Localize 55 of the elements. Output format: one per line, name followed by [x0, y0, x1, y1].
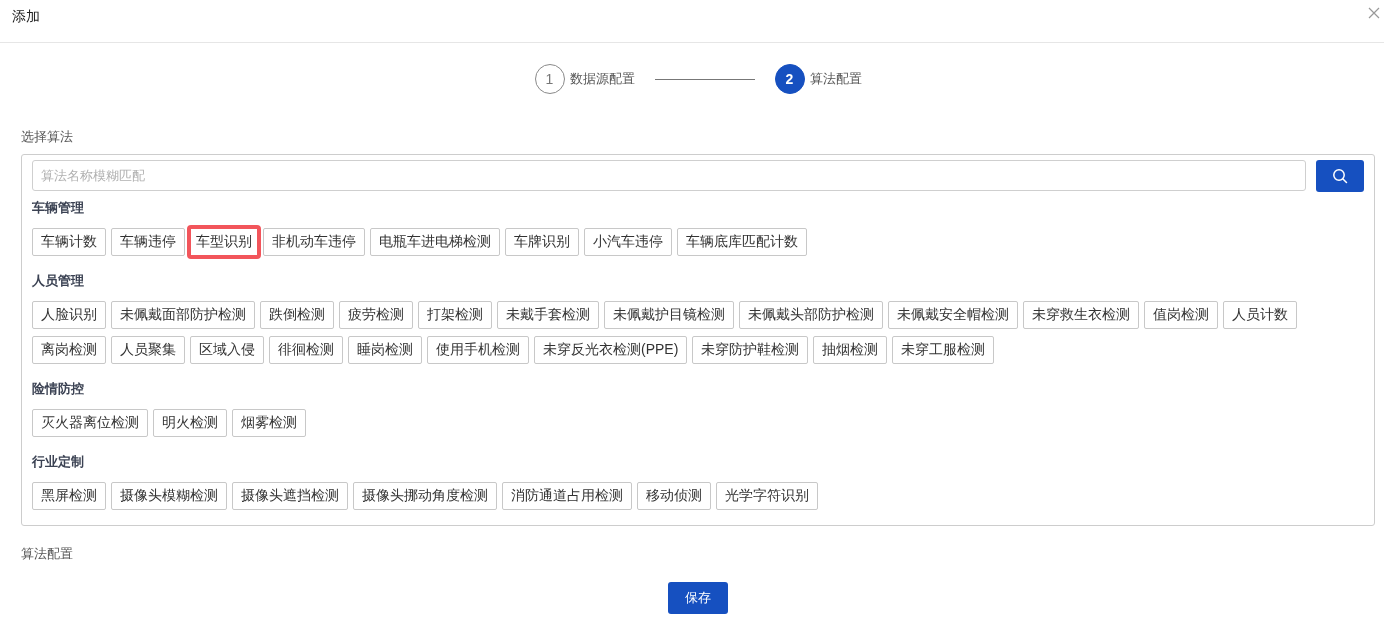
algorithm-tag[interactable]: 人员聚集: [111, 336, 185, 364]
algorithm-tag[interactable]: 车辆底库匹配计数: [677, 228, 807, 256]
algorithm-tag[interactable]: 烟雾检测: [232, 409, 306, 437]
algorithm-tag[interactable]: 使用手机检测: [427, 336, 529, 364]
algorithm-tag[interactable]: 灭火器离位检测: [32, 409, 148, 437]
step-number: 2: [774, 64, 805, 94]
algorithm-tag[interactable]: 未穿防护鞋检测: [692, 336, 809, 364]
section-label: 选择算法: [21, 128, 73, 146]
algorithm-tag[interactable]: 人员计数: [1223, 301, 1297, 329]
step-label: 数据源配置: [569, 70, 635, 88]
algorithm-tag[interactable]: 抽烟检测: [813, 336, 888, 364]
algorithm-tag[interactable]: 小汽车违停: [584, 228, 672, 256]
algorithm-tag[interactable]: 摄像头模糊检测: [111, 482, 227, 510]
group-title: 险情防控: [32, 380, 84, 398]
algorithm-tag[interactable]: 未穿工服检测: [892, 336, 995, 364]
algorithm-tag[interactable]: 未穿反光衣检测(PPE): [534, 336, 688, 364]
algorithm-tag[interactable]: 离岗检测: [32, 336, 106, 364]
group-title: 人员管理: [32, 272, 84, 290]
algorithm-tag[interactable]: 黑屏检测: [32, 482, 106, 510]
algorithm-tag[interactable]: 车型识别: [187, 225, 261, 259]
section-label: 算法配置: [21, 545, 73, 563]
save-button[interactable]: 保存: [668, 582, 728, 614]
algorithm-tag[interactable]: 值岗检测: [1144, 301, 1218, 329]
algorithm-tag[interactable]: 明火检测: [153, 409, 227, 437]
algorithm-tag[interactable]: 睡岗检测: [348, 336, 422, 364]
algorithm-tag[interactable]: 车辆违停: [111, 228, 185, 256]
algorithm-tag[interactable]: 消防通道占用检测: [502, 482, 632, 510]
search-icon: [1332, 168, 1348, 184]
algorithm-tag[interactable]: 摄像头挪动角度检测: [353, 482, 497, 510]
algorithm-tag[interactable]: 疲劳检测: [339, 301, 413, 329]
step-label: 算法配置: [809, 70, 862, 88]
algorithm-tag[interactable]: 跌倒检测: [260, 301, 334, 329]
algorithm-tag[interactable]: 摄像头遮挡检测: [232, 482, 348, 510]
algorithm-tag[interactable]: 未穿救生衣检测: [1023, 301, 1139, 329]
algorithm-tag[interactable]: 打架检测: [418, 301, 492, 329]
algorithm-tag[interactable]: 未佩戴头部防护检测: [739, 301, 883, 329]
algorithm-tag[interactable]: 未戴手套检测: [497, 301, 599, 329]
algorithm-tag[interactable]: 未佩戴护目镜检测: [604, 301, 734, 329]
group-title: 车辆管理: [32, 199, 84, 217]
algorithm-tag[interactable]: 未佩戴面部防护检测: [111, 301, 255, 329]
algorithm-tag[interactable]: 徘徊检测: [269, 336, 343, 364]
algorithm-tag[interactable]: 电瓶车进电梯检测: [370, 228, 500, 256]
search-field[interactable]: 算法名称模糊匹配: [32, 160, 1306, 191]
algorithm-tag[interactable]: 光学字符识别: [716, 482, 818, 510]
group-title: 行业定制: [32, 453, 84, 471]
close-icon[interactable]: [1368, 7, 1380, 19]
dialog-title: 添加: [12, 8, 40, 26]
algorithm-tag[interactable]: 未佩戴安全帽检测: [888, 301, 1018, 329]
algorithm-tag[interactable]: 车辆计数: [32, 228, 106, 256]
algorithm-tag[interactable]: 区域入侵: [190, 336, 264, 364]
algorithm-tag[interactable]: 车牌识别: [505, 228, 579, 256]
algorithm-tag[interactable]: 人脸识别: [32, 301, 106, 329]
search-button[interactable]: [1316, 160, 1364, 192]
algorithm-tag[interactable]: 非机动车违停: [263, 228, 365, 256]
algorithm-tag[interactable]: 移动侦测: [637, 482, 711, 510]
